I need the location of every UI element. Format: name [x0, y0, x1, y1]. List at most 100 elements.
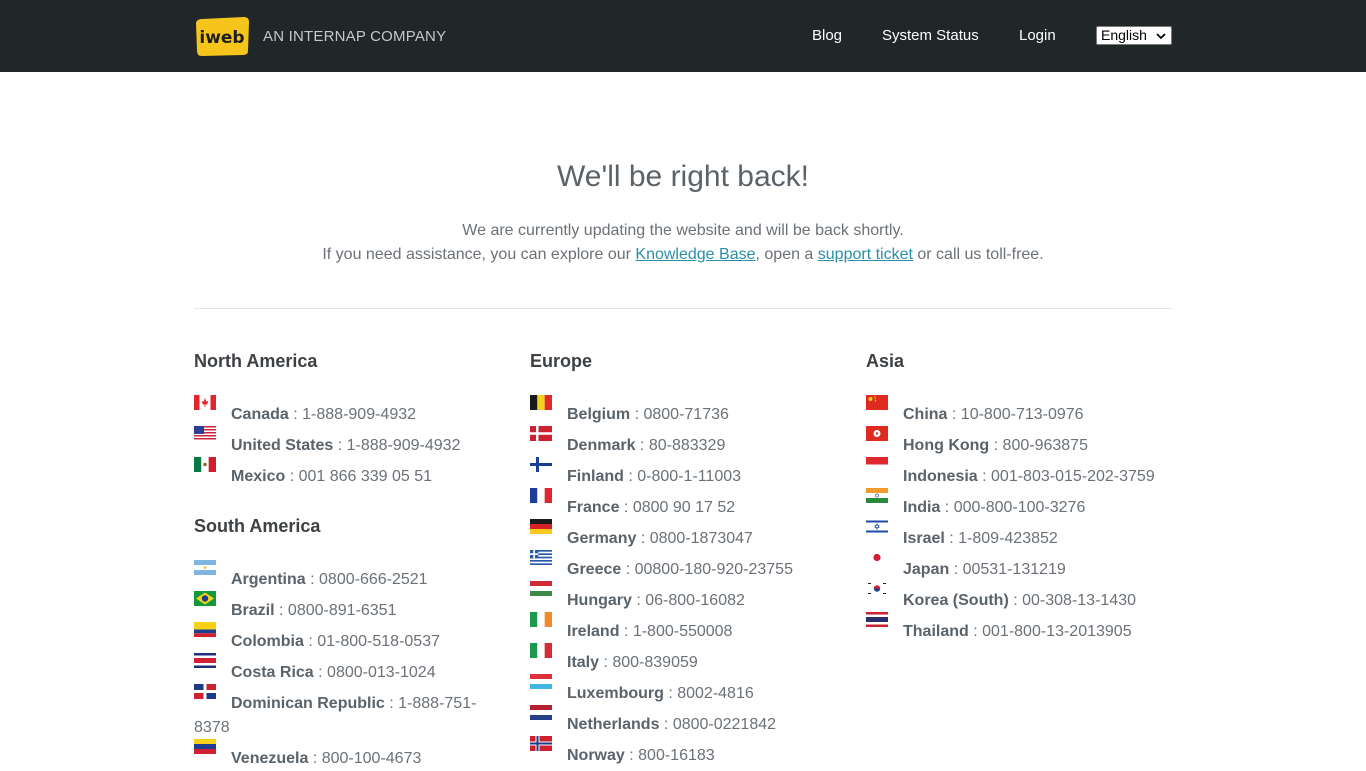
greece-flag-icon: [530, 550, 552, 565]
netherlands-flag-icon: [530, 705, 552, 720]
phone-entry-hong-kong: Hong Kong : 800-963875: [866, 426, 1088, 458]
phone-entry-india: India : 000-800-100-3276: [866, 488, 1085, 520]
country-name: Costa Rica: [231, 664, 314, 681]
phone-number: 0800-013-1024: [327, 664, 436, 681]
country-name: Venezuela: [231, 750, 309, 767]
phone-entry-united-states: United States : 1-888-909-4932: [194, 426, 461, 458]
france-flag-icon: [530, 488, 552, 503]
country-name: France: [567, 499, 620, 516]
phone-entry-thailand: Thailand : 001-800-13-2013905: [866, 612, 1132, 644]
colombia-flag-icon: [194, 622, 216, 637]
country-name: Japan: [903, 561, 950, 578]
support-ticket-link[interactable]: support ticket: [818, 246, 913, 263]
belgium-flag-icon: [530, 395, 552, 410]
phone-entry-finland: Finland : 0-800-1-11003: [530, 457, 742, 489]
phone-entry-dominican-republic: Dominican Republic : 1-888-751-8378: [194, 684, 484, 740]
country-name: Israel: [903, 530, 945, 547]
country-name: Netherlands: [567, 716, 660, 733]
phone-entry-germany: Germany : 0800-1873047: [530, 519, 753, 551]
phone-entry-luxembourg: Luxembourg : 8002-4816: [530, 674, 754, 706]
chevron-down-icon: [1156, 33, 1166, 40]
country-name: Hong Kong: [903, 437, 990, 454]
nav-blog-link[interactable]: Blog: [812, 27, 842, 44]
phone-entry-korea-south: Korea (South) : 00-308-13-1430: [866, 581, 1136, 613]
phone-entry-brazil: Brazil : 0800-891-6351: [194, 591, 397, 623]
country-name: Greece: [567, 561, 622, 578]
israel-flag-icon: [866, 519, 888, 534]
phone-number: 0-800-1-11003: [637, 468, 742, 485]
country-name: Brazil: [231, 602, 275, 619]
phone-number: 0800-891-6351: [287, 602, 397, 619]
phone-entry-hungary: Hungary : 06-800-16082: [530, 581, 745, 613]
canada-flag-icon: [194, 395, 216, 410]
phone-number: 800-100-4673: [321, 750, 422, 767]
phone-entry-norway: Norway : 800-16183: [530, 736, 715, 768]
united-states-flag-icon: [194, 426, 216, 441]
finland-flag-icon: [530, 457, 552, 472]
south-korea-flag-icon: [866, 581, 888, 596]
svg-text:iweb: iweb: [199, 28, 244, 48]
denmark-flag-icon: [530, 426, 552, 441]
phone-entry-greece: Greece : 00800-180-920-23755: [530, 550, 793, 582]
country-name: Indonesia: [903, 468, 978, 485]
phone-entry-china: China : 10-800-713-0976: [866, 395, 1084, 427]
argentina-flag-icon: [194, 560, 216, 575]
norway-flag-icon: [530, 736, 552, 751]
country-name: Argentina: [231, 571, 306, 588]
country-name: India: [903, 499, 941, 516]
section-divider: [194, 308, 1172, 309]
phone-entry-argentina: Argentina : 0800-666-2521: [194, 560, 428, 592]
phone-number: 06-800-16082: [645, 592, 745, 609]
region-north-america-heading: North America: [194, 351, 318, 371]
country-name: Korea (South): [903, 592, 1009, 609]
phone-number: 1-888-909-4932: [346, 437, 461, 454]
luxembourg-flag-icon: [530, 674, 552, 689]
phone-number: 800-963875: [1002, 437, 1088, 454]
phone-number: 0800-666-2521: [319, 571, 428, 588]
country-name: Belgium: [567, 406, 631, 423]
phone-number: 80-883329: [648, 437, 726, 454]
region-asia-heading: Asia: [866, 351, 905, 371]
country-name: Finland: [567, 468, 624, 485]
mexico-flag-icon: [194, 457, 216, 472]
page-title: We'll be right back!: [557, 160, 809, 193]
phone-number: 0800-0221842: [672, 716, 777, 733]
assistance-text-middle: , open a: [755, 246, 818, 263]
assistance-text-start: If you need assistance, you can explore …: [322, 246, 636, 263]
phone-entry-netherlands: Netherlands : 0800-0221842: [530, 705, 777, 737]
phone-entry-italy: Italy : 800-839059: [530, 643, 698, 675]
language-select[interactable]: English: [1096, 26, 1172, 45]
company-tagline: AN INTERNAP COMPANY: [263, 28, 447, 45]
phone-entry-costa-rica: Costa Rica : 0800-013-1024: [194, 653, 436, 685]
country-name: Ireland: [567, 623, 620, 640]
phone-entry-denmark: Denmark : 80-883329: [530, 426, 726, 458]
costa-rica-flag-icon: [194, 653, 216, 668]
phone-number: 800-839059: [612, 654, 698, 671]
country-name: Norway: [567, 747, 625, 764]
country-name: Denmark: [567, 437, 636, 454]
venezuela-flag-icon: [194, 739, 216, 754]
phone-entry-japan: Japan : 00531-131219: [866, 550, 1066, 582]
phone-entry-colombia: Colombia : 01-800-518-0537: [194, 622, 440, 654]
status-message: We are currently updating the website an…: [462, 222, 904, 239]
region-south-america-heading: South America: [194, 516, 321, 536]
country-name: China: [903, 406, 948, 423]
phone-number: 0800-71736: [643, 406, 729, 423]
hungary-flag-icon: [530, 581, 552, 596]
india-flag-icon: [866, 488, 888, 503]
indonesia-flag-icon: [866, 457, 888, 472]
dominican-republic-flag-icon: [194, 684, 216, 699]
nav-system-status-link[interactable]: System Status: [882, 27, 979, 44]
assistance-text-end: or call us toll-free.: [912, 246, 1044, 263]
phone-number: 1-809-423852: [958, 530, 1058, 547]
country-name: Germany: [567, 530, 637, 547]
assistance-message: If you need assistance, you can explore …: [0, 246, 1366, 264]
nav-login-link[interactable]: Login: [1019, 27, 1056, 44]
country-name: Canada: [231, 406, 289, 423]
phone-number: 001-803-015-202-3759: [991, 468, 1155, 485]
knowledge-base-link[interactable]: Knowledge Base: [635, 246, 755, 263]
country-name: Italy: [567, 654, 600, 671]
iweb-logo[interactable]: iweb: [194, 15, 250, 57]
country-name: Luxembourg: [567, 685, 664, 702]
country-name: Mexico: [231, 468, 286, 485]
